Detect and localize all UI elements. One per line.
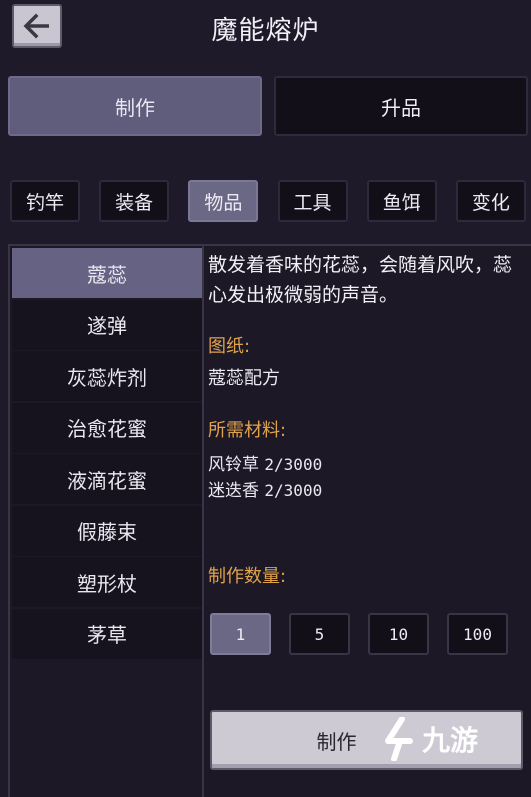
quantity-option-10[interactable]: 10 bbox=[368, 613, 429, 655]
jiuyou-logo-icon bbox=[385, 717, 413, 761]
craft-button-label: 制作 bbox=[316, 729, 357, 754]
list-item[interactable]: 液滴花蜜 bbox=[12, 454, 202, 504]
quantity-option-100[interactable]: 100 bbox=[447, 613, 508, 655]
blueprint-value: 蔻蕊配方 bbox=[208, 368, 280, 389]
recipe-detail: 散发着香味的花蕊，会随着风吹，蕊心发出极微弱的声音。 图纸: 蔻蕊配方 所需材料… bbox=[208, 250, 528, 588]
material-name: 迷迭香 bbox=[208, 481, 259, 501]
list-item[interactable]: 治愈花蜜 bbox=[12, 402, 202, 453]
list-item[interactable]: 蔻蕊 bbox=[12, 248, 202, 298]
quantity-option-1[interactable]: 1 bbox=[210, 613, 271, 655]
item-description: 散发着香味的花蕊，会随着风吹，蕊心发出极微弱的声音。 bbox=[208, 254, 513, 306]
list-item[interactable]: 塑形杖 bbox=[12, 557, 202, 607]
watermark-text: 九游 bbox=[422, 724, 479, 757]
page-title: 魔能熔炉 bbox=[211, 16, 320, 46]
material-row: 迷迭香 2/3000 bbox=[208, 478, 528, 504]
list-item[interactable]: 假藤束 bbox=[12, 505, 202, 556]
recipe-list: 蔻蕊 遂弹 灰蕊炸剂 治愈花蜜 液滴花蜜 假藤束 塑形杖 茅草 bbox=[12, 248, 202, 660]
list-item[interactable]: 茅草 bbox=[12, 608, 202, 659]
category-bait[interactable]: 鱼饵 bbox=[366, 180, 437, 222]
materials-label: 所需材料: bbox=[208, 420, 287, 441]
list-item[interactable]: 遂弹 bbox=[12, 299, 202, 350]
main-tabs: 制作 升品 bbox=[8, 76, 528, 136]
quantity-label: 制作数量: bbox=[208, 566, 287, 587]
list-item[interactable]: 灰蕊炸剂 bbox=[12, 351, 202, 401]
header: 魔能熔炉 bbox=[0, 0, 531, 58]
tab-upgrade[interactable]: 升品 bbox=[274, 76, 528, 136]
material-name: 风铃草 bbox=[208, 455, 259, 475]
material-count: 2/3000 bbox=[264, 481, 323, 500]
tab-craft[interactable]: 制作 bbox=[8, 76, 262, 136]
watermark-logo: 九游 bbox=[380, 712, 478, 766]
blueprint-label: 图纸: bbox=[208, 336, 251, 357]
panel-divider bbox=[202, 246, 204, 797]
material-row: 风铃草 2/3000 bbox=[208, 452, 528, 478]
category-fishing-rod[interactable]: 钓竿 bbox=[10, 180, 80, 222]
category-tools[interactable]: 工具 bbox=[277, 180, 348, 222]
quantity-selector: 1 5 10 100 bbox=[210, 613, 510, 655]
quantity-option-5[interactable]: 5 bbox=[289, 613, 350, 655]
category-items[interactable]: 物品 bbox=[188, 180, 259, 222]
category-transform[interactable]: 变化 bbox=[455, 180, 526, 222]
material-count: 2/3000 bbox=[264, 455, 323, 474]
category-bar: 钓竿 装备 物品 工具 鱼饵 变化 bbox=[10, 180, 526, 222]
category-equipment[interactable]: 装备 bbox=[99, 180, 170, 222]
